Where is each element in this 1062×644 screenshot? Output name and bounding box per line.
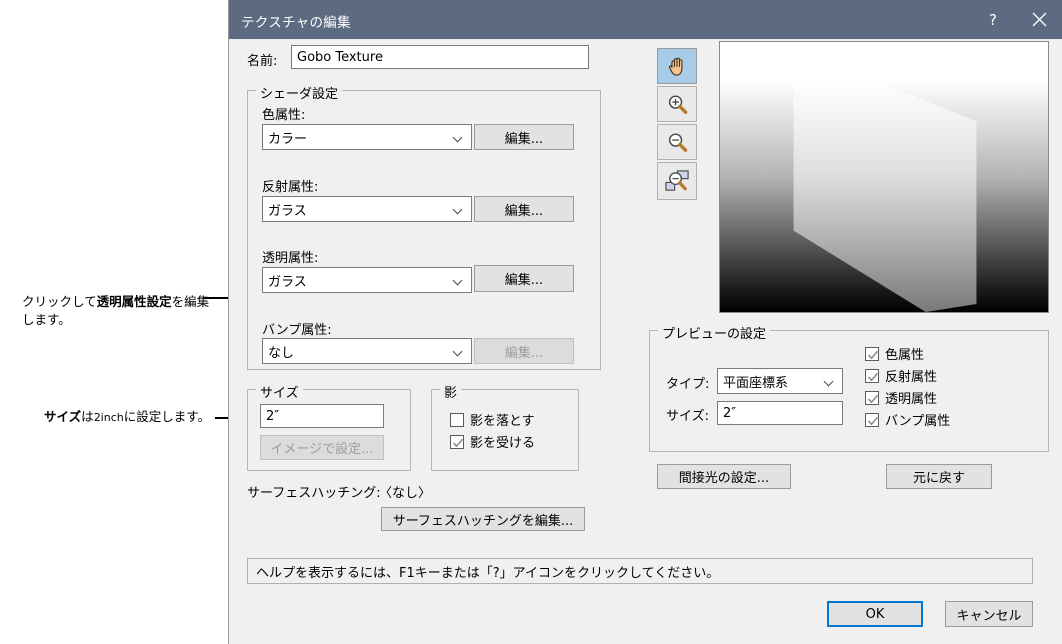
chevron-down-icon [454, 277, 463, 283]
close-icon[interactable] [1016, 0, 1062, 39]
edit-surface-hatching-label: サーフェスハッチングを編集... [392, 513, 574, 529]
reflection-attribute-label: 反射属性: [262, 180, 319, 195]
reflection-attribute-edit-button[interactable]: 編集... [474, 196, 574, 222]
annotation-transparency: クリックして透明属性設定を編集 します。 [22, 293, 217, 329]
texture-preview-canvas[interactable] [719, 41, 1049, 313]
color-attribute-label: 色属性: [262, 108, 306, 123]
chevron-down-icon [454, 348, 463, 354]
preview-check-reflection-box [865, 368, 879, 383]
indirect-light-settings-label: 間接光の設定... [678, 471, 770, 486]
bump-attribute-value: なし [268, 345, 295, 361]
shadow-group: 影 [431, 382, 579, 471]
cast-shadow-checkbox[interactable]: 影を落とす [450, 410, 535, 429]
receive-shadow-checkbox-box [450, 434, 464, 449]
screenshot-root: クリックして透明属性設定を編集 します。 サイズは2inchに設定します。 テク… [0, 0, 1062, 644]
transparency-attribute-value: ガラス [268, 274, 307, 290]
transparency-attribute-edit-label: 編集... [504, 273, 544, 288]
shadow-group-title: 影 [440, 382, 462, 401]
zoom-in-tool[interactable] [657, 86, 697, 122]
reflection-attribute-value: ガラス [268, 203, 307, 219]
annotation-size-tail: に設定します。 [123, 409, 210, 424]
annotation-transparency-line2: します。 [22, 312, 71, 328]
preview-check-bump[interactable]: バンプ属性 [865, 410, 950, 429]
annotation-size-bold: サイズ [44, 409, 82, 424]
size-group-title: サイズ [256, 382, 303, 401]
preview-check-bump-box [865, 412, 879, 427]
annotation-transparency-bold: 透明属性設定 [96, 294, 172, 309]
help-statusbar-text: ヘルプを表示するには、F1キーまたは「?」アイコンをクリックしてください。 [256, 565, 720, 581]
color-attribute-select[interactable]: カラー [262, 124, 472, 150]
bump-attribute-edit-label: 編集... [504, 345, 544, 361]
name-label: 名前: [247, 54, 278, 69]
size-input-value: 2″ [266, 408, 280, 424]
preview-type-value: 平面座標系 [723, 375, 789, 391]
annotation-size-mid: は [81, 409, 94, 424]
reflection-attribute-edit-label: 編集... [504, 203, 544, 219]
indirect-light-settings-button[interactable]: 間接光の設定... [657, 464, 791, 489]
cancel-button-label: キャンセル [956, 608, 1022, 624]
preview-check-color-box [865, 346, 879, 361]
preview-type-label: タイプ: [666, 377, 710, 392]
ok-button[interactable]: OK [827, 601, 923, 627]
dialog-titlebar: テクスチャの編集 ? [229, 0, 1062, 39]
zoom-out-tool[interactable] [657, 124, 697, 160]
color-attribute-edit-button[interactable]: 編集... [474, 124, 574, 150]
revert-button[interactable]: 元に戻す [886, 464, 992, 489]
surface-hatching-value: 〈なし〉 [379, 486, 432, 501]
shader-settings-title: シェーダ設定 [256, 83, 343, 102]
color-attribute-value: カラー [268, 131, 308, 147]
preview-check-transparency-label: 透明属性 [885, 392, 938, 407]
set-by-image-label: イメージで設定... [270, 442, 374, 457]
chevron-down-icon [454, 206, 463, 212]
preview-check-color[interactable]: 色属性 [865, 344, 924, 363]
revert-label: 元に戻す [912, 471, 965, 486]
bump-attribute-edit-button: 編集... [474, 338, 574, 364]
preview-size-input-value: 2″ [723, 405, 737, 421]
edit-texture-dialog: テクスチャの編集 ? 名前: Gobo Texture シェーダ設定 色属性: … [228, 0, 1062, 644]
help-statusbar: ヘルプを表示するには、F1キーまたは「?」アイコンをクリックしてください。 [247, 558, 1033, 584]
transparency-attribute-label: 透明属性: [262, 251, 319, 266]
preview-check-reflection[interactable]: 反射属性 [865, 366, 937, 385]
annotation-size-small: 2inch [93, 411, 124, 424]
ok-button-label: OK [865, 606, 885, 622]
edit-surface-hatching-button[interactable]: サーフェスハッチングを編集... [381, 507, 585, 531]
cast-shadow-label: 影を落とす [470, 414, 535, 429]
preview-check-transparency[interactable]: 透明属性 [865, 388, 937, 407]
receive-shadow-checkbox[interactable]: 影を受ける [450, 432, 535, 451]
preview-check-bump-label: バンプ属性 [885, 414, 951, 429]
preview-plane-shape [793, 47, 977, 312]
preview-settings-title: プレビューの設定 [658, 323, 771, 342]
pan-hand-tool[interactable] [657, 48, 697, 84]
help-icon-glyph: ? [989, 10, 997, 29]
annotation-size: サイズは2inchに設定します。 [30, 408, 210, 426]
annotation-transparency-lead: クリックして [22, 294, 97, 309]
reflection-attribute-select[interactable]: ガラス [262, 196, 472, 222]
color-attribute-edit-label: 編集... [504, 131, 544, 147]
chevron-down-icon [454, 134, 463, 140]
name-input[interactable]: Gobo Texture [291, 45, 589, 69]
preview-check-color-label: 色属性 [885, 348, 925, 363]
bump-attribute-select[interactable]: なし [262, 338, 472, 364]
set-by-image-button: イメージで設定... [260, 435, 384, 460]
bump-attribute-label: バンプ属性: [262, 323, 332, 338]
dialog-title: テクスチャの編集 [241, 15, 351, 31]
surface-hatching-label: サーフェスハッチング: [247, 486, 381, 501]
zoom-fit-tool[interactable] [657, 162, 697, 200]
cast-shadow-checkbox-box [450, 412, 464, 427]
chevron-down-icon [825, 378, 834, 384]
preview-size-input[interactable]: 2″ [717, 401, 843, 425]
receive-shadow-label: 影を受ける [470, 436, 536, 451]
cancel-button[interactable]: キャンセル [945, 601, 1033, 627]
transparency-attribute-select[interactable]: ガラス [262, 267, 472, 293]
transparency-attribute-edit-button[interactable]: 編集... [474, 265, 574, 292]
preview-check-transparency-box [865, 390, 879, 405]
help-icon[interactable]: ? [970, 0, 1016, 39]
name-input-value: Gobo Texture [297, 49, 383, 65]
size-input[interactable]: 2″ [260, 404, 384, 428]
preview-type-select[interactable]: 平面座標系 [717, 368, 843, 394]
preview-size-label: サイズ: [666, 409, 709, 424]
preview-check-reflection-label: 反射属性 [885, 370, 938, 385]
